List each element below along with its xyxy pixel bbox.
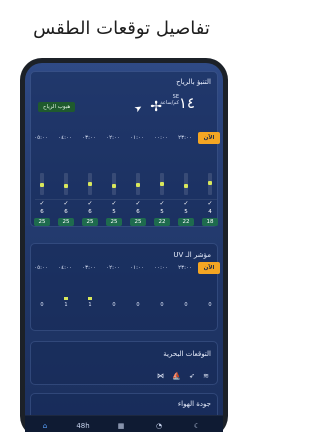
uv-value-5: 1: [88, 302, 92, 308]
uv-value-3: 0: [136, 302, 140, 308]
wind-gust-toggle[interactable]: هبوب الرياح: [38, 102, 76, 112]
wind-speed-value-4: 5: [112, 209, 116, 215]
wind-gust-value-5: 25: [82, 218, 98, 226]
uv-time-1: ٢٣:٠٠: [178, 265, 192, 271]
wind-speed-value-3: 6: [136, 209, 140, 215]
uv-time-row: الآن ٢٣:٠٠ ٠٠:٠٠ ٠١:٠٠ ٠٢:٠٠ ٠٣:٠٠ ٠٤:٠٠ ٠٥:٠٠: [34, 262, 220, 274]
wind-bar-mark: [136, 183, 140, 187]
wind-direction-arrow-icon: ✓: [111, 200, 117, 207]
uv-value-7: 0: [40, 302, 44, 308]
moon-icon[interactable]: ☾: [187, 422, 207, 430]
wind-speed-value: ١٤: [178, 94, 195, 112]
wind-bar-chart: [35, 150, 217, 200]
uv-bar-5: [88, 297, 92, 300]
wind-gust-row: 18 22 22 25 25 25 25 25: [34, 218, 218, 227]
wind-speed-value-1: 5: [184, 209, 188, 215]
48h-icon[interactable]: 48h: [73, 422, 93, 430]
wind-speed-value-0: 4: [208, 209, 212, 215]
uv-value-0: 0: [208, 302, 212, 308]
radar-icon[interactable]: ◔: [149, 422, 169, 430]
waves-icon: ≋: [203, 372, 209, 380]
wind-gust-value-4: 25: [106, 218, 122, 226]
app-screen: التنبؤ بالرياح ١٤ SE كم/ساعة ✢ ➤ هبوب ال…: [25, 63, 223, 432]
wind-direction-arrow-icon: ✓: [159, 200, 165, 207]
uv-card-title: مؤشر الـ UV: [173, 251, 211, 259]
wind-bar-mark: [64, 184, 68, 188]
wind-bar-mark: [184, 184, 188, 188]
wind-time-row: الآن ٢٣:٠٠ ٠٠:٠٠ ٠١:٠٠ ٠٢:٠٠ ٠٣:٠٠ ٠٤:٠٠ ٠٥:٠٠: [34, 132, 220, 144]
uv-time-4: ٠٢:٠٠: [106, 265, 120, 271]
uv-time-0[interactable]: الآن: [198, 262, 220, 274]
wind-bar-mark: [40, 183, 44, 187]
uv-value-row: 0 0 0 0 0 1 1 0: [35, 302, 217, 310]
wind-direction-arrow-icon: ✓: [135, 200, 141, 207]
wind-time-5: ٠٣:٠٠: [82, 135, 96, 141]
wind-gust-value-2: 22: [154, 218, 170, 226]
wind-time-4: ٠٢:٠٠: [106, 135, 120, 141]
fish-icon: ⋈: [156, 372, 164, 380]
wind-speed-value-2: 5: [160, 209, 164, 215]
uv-time-7: ٠٥:٠٠: [34, 265, 48, 271]
calendar-icon[interactable]: ▦: [111, 422, 131, 430]
uv-value-4: 0: [112, 302, 116, 308]
wind-gust-value-7: 25: [34, 218, 50, 226]
surfer-icon: ➶: [189, 372, 195, 380]
uv-bar-chart: [35, 278, 217, 300]
wind-time-0[interactable]: الآن: [198, 132, 220, 144]
air-card-title: جودة الهواء: [177, 400, 211, 408]
wind-time-7: ٠٥:٠٠: [34, 135, 48, 141]
wind-time-6: ٠٤:٠٠: [58, 135, 72, 141]
wind-speed-row: 4 5 5 6 5 6 6 6: [35, 209, 217, 217]
wind-card-title: التنبؤ بالرياح: [176, 78, 211, 86]
phone-frame: التنبؤ بالرياح ١٤ SE كم/ساعة ✢ ➤ هبوب ال…: [20, 58, 228, 432]
marine-forecast-card[interactable]: التوقعات البحرية ≋ ➶ ⛵ ⋈: [30, 341, 218, 385]
wind-bar-mark: [112, 184, 116, 188]
wind-unit: SE كم/ساعة: [160, 94, 179, 106]
uv-time-5: ٠٣:٠٠: [82, 265, 96, 271]
wind-speed-value-5: 6: [88, 209, 92, 215]
uv-time-3: ٠١:٠٠: [130, 265, 144, 271]
wind-time-1: ٢٣:٠٠: [178, 135, 192, 141]
wind-direction-arrow-icon: ✓: [87, 200, 93, 207]
wind-direction-arrow-icon: ✓: [207, 200, 213, 207]
wind-gust-value-3: 25: [130, 218, 146, 226]
uv-value-6: 1: [64, 302, 68, 308]
wind-time-2: ٠٠:٠٠: [154, 135, 168, 141]
wind-gust-value-0: 18: [202, 218, 218, 226]
uv-time-6: ٠٤:٠٠: [58, 265, 72, 271]
uv-time-2: ٠٠:٠٠: [154, 265, 168, 271]
wind-speed-value-7: 6: [40, 209, 44, 215]
home-icon[interactable]: ⌂: [35, 422, 55, 430]
wind-time-3: ٠١:٠٠: [130, 135, 144, 141]
marine-icons: ≋ ➶ ⛵ ⋈: [151, 372, 209, 380]
wind-direction-arrow-icon: ✓: [39, 200, 45, 207]
wind-turbine-icon: ✢: [150, 99, 162, 115]
wind-bar-mark: [88, 182, 92, 186]
wind-direction-arrow-icon: ✓: [183, 200, 189, 207]
uv-value-1: 0: [184, 302, 188, 308]
marine-card-title: التوقعات البحرية: [163, 350, 211, 358]
wind-bar-mark: [208, 181, 212, 185]
wind-gust-value-6: 25: [58, 218, 74, 226]
uv-index-card: مؤشر الـ UV الآن ٢٣:٠٠ ٠٠:٠٠ ٠١:٠٠ ٠٢:٠٠ ٠٣:٠…: [30, 243, 220, 331]
wind-direction-arrow-icon: ✓: [63, 200, 69, 207]
wind-direction-row: ✓ ✓ ✓ ✓ ✓ ✓ ✓ ✓: [35, 200, 217, 208]
bottom-navigation: ⌂ 48h ▦ ◔ ☾: [25, 415, 223, 432]
navigation-arrow-icon: ➤: [133, 102, 145, 116]
wind-gust-value-1: 22: [178, 218, 194, 226]
sailboat-icon: ⛵: [172, 372, 181, 380]
wind-bar-mark: [160, 182, 164, 186]
uv-bar-6: [64, 297, 68, 300]
wind-forecast-card: التنبؤ بالرياح ١٤ SE كم/ساعة ✢ ➤ هبوب ال…: [30, 71, 220, 227]
uv-value-2: 0: [160, 302, 164, 308]
page-title: تفاصيل توقعات الطقس: [33, 18, 210, 39]
wind-unit-label: كم/ساعة: [160, 100, 179, 106]
wind-speed-value-6: 6: [64, 209, 68, 215]
